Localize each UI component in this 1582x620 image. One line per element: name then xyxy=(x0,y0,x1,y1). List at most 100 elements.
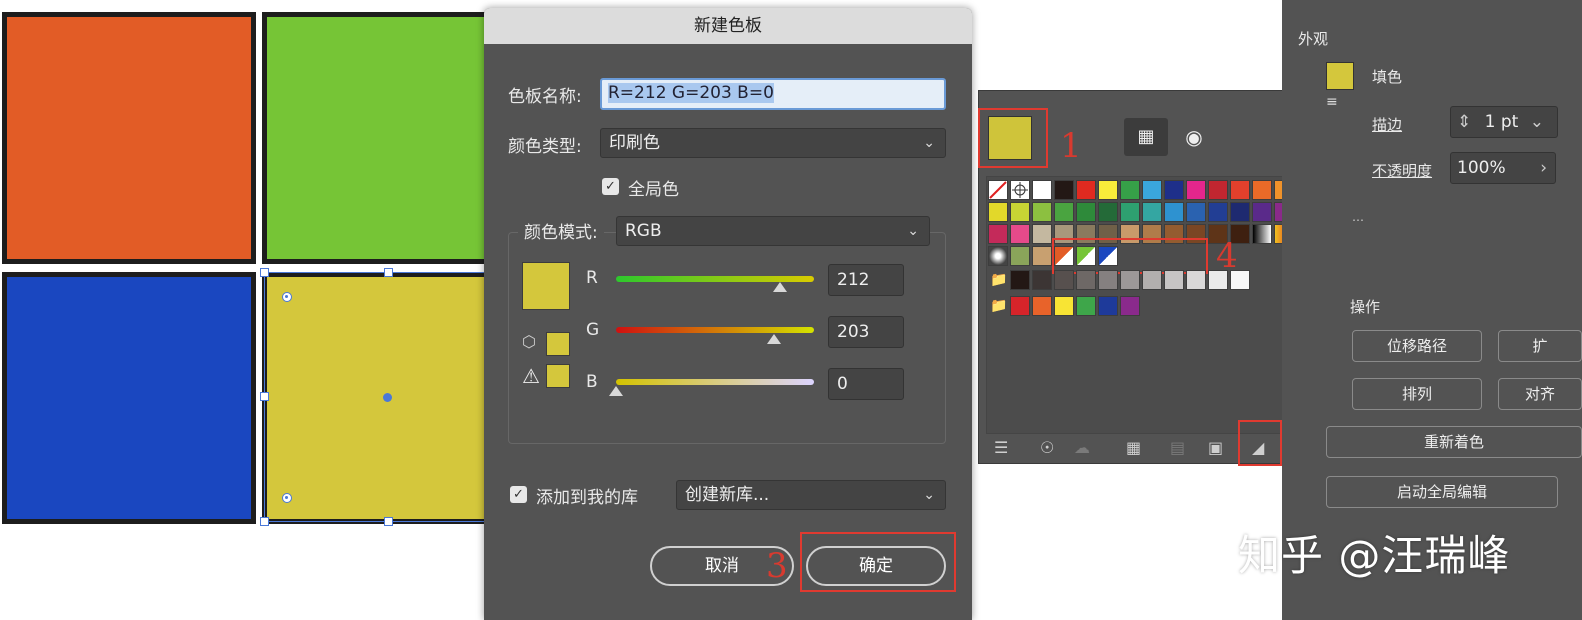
gamut-warning-icon[interactable]: ⚠ xyxy=(522,364,544,388)
swatch-orange[interactable] xyxy=(1252,180,1272,200)
swatch-green[interactable] xyxy=(1120,180,1140,200)
stroke-label[interactable]: 描边 xyxy=(1372,114,1402,135)
swatch-row2[interactable] xyxy=(1098,202,1118,222)
swatch-row3[interactable] xyxy=(1010,224,1030,244)
swatch-row2[interactable] xyxy=(1032,202,1052,222)
expand-button[interactable]: 扩 xyxy=(1498,330,1582,362)
global-color-checkbox[interactable]: ✓ xyxy=(602,178,619,195)
folder-icon[interactable]: 📁 xyxy=(990,298,1007,314)
channel-g-thumb[interactable] xyxy=(767,334,782,344)
swatch-pattern-dots[interactable] xyxy=(988,246,1008,266)
chevron-down-icon[interactable]: ⌄ xyxy=(1530,112,1544,132)
swatch-row3[interactable] xyxy=(988,224,1008,244)
start-global-edit-button[interactable]: 启动全局编辑 xyxy=(1326,476,1558,508)
swatch-bright[interactable] xyxy=(1120,296,1140,316)
swatch-bright[interactable] xyxy=(1032,296,1052,316)
swatch-gray[interactable] xyxy=(1230,270,1250,290)
swatch-bright[interactable] xyxy=(1010,296,1030,316)
corner-widget-bottom[interactable] xyxy=(282,493,292,503)
swatch-row2[interactable] xyxy=(1010,202,1030,222)
library-select[interactable]: 创建新库... ⌄ xyxy=(676,480,946,510)
swatch-gray[interactable] xyxy=(1076,270,1096,290)
blue-square[interactable] xyxy=(2,272,256,524)
recolor-button[interactable]: 重新着色 xyxy=(1326,426,1582,458)
color-type-select[interactable]: 印刷色 ⌄ xyxy=(600,128,946,158)
swatch-row2[interactable] xyxy=(1252,202,1272,222)
swatch-name-input[interactable]: R=212 G=203 B=0 xyxy=(600,78,946,110)
channel-g-value[interactable]: 203 xyxy=(828,316,904,348)
web-safe-cube-icon[interactable]: ⬡ xyxy=(522,332,540,351)
channel-b-thumb[interactable] xyxy=(609,386,623,396)
green-square[interactable] xyxy=(262,12,502,264)
swatch-none[interactable] xyxy=(988,180,1008,200)
swatch-gray[interactable] xyxy=(1098,270,1118,290)
folder-icon[interactable]: 📁 xyxy=(990,272,1007,288)
swatch-white[interactable] xyxy=(1032,180,1052,200)
channel-r-value[interactable]: 212 xyxy=(828,264,904,296)
channel-g-slider[interactable] xyxy=(616,327,814,333)
offset-path-button[interactable]: 位移路径 xyxy=(1352,330,1482,362)
channel-b-slider[interactable] xyxy=(616,379,814,385)
channel-b-value[interactable]: 0 xyxy=(828,368,904,400)
swatch-row2[interactable] xyxy=(988,202,1008,222)
swatch-gray[interactable] xyxy=(1010,270,1030,290)
place-icon[interactable]: ☉ xyxy=(1040,438,1054,457)
resize-handle-left[interactable] xyxy=(260,392,269,401)
orange-square[interactable] xyxy=(2,12,256,264)
swatch-row2[interactable] xyxy=(1076,202,1096,222)
swatch-black[interactable] xyxy=(1054,180,1074,200)
swatch-row2[interactable] xyxy=(1164,202,1184,222)
color-palette-icon[interactable]: ◉ xyxy=(1174,118,1214,156)
swatch-registration[interactable] xyxy=(1010,180,1030,200)
swatch-row2[interactable] xyxy=(1142,202,1162,222)
swatch-navy[interactable] xyxy=(1164,180,1184,200)
list-icon[interactable]: ▤ xyxy=(1170,438,1185,457)
opacity-label[interactable]: 不透明度 xyxy=(1372,160,1432,181)
swatch-gray[interactable] xyxy=(1164,270,1184,290)
menu-icon[interactable]: ≡ xyxy=(1326,94,1338,110)
grid-view-icon[interactable]: ▦ xyxy=(1124,118,1168,156)
opacity-input[interactable]: 100% › xyxy=(1450,152,1556,184)
swatch-magenta[interactable] xyxy=(1186,180,1206,200)
swatch-pattern-leaves[interactable] xyxy=(1010,246,1030,266)
swatch-row3[interactable] xyxy=(1032,224,1052,244)
swatch-row2[interactable] xyxy=(1054,202,1074,222)
resize-handle-bottom-left[interactable] xyxy=(260,517,269,526)
color-mode-select[interactable]: RGB ⌄ xyxy=(616,216,930,246)
channel-r-thumb[interactable] xyxy=(773,282,788,292)
swatch-gray[interactable] xyxy=(1186,270,1206,290)
swatch-gray[interactable] xyxy=(1142,270,1162,290)
swatch-bright[interactable] xyxy=(1076,296,1096,316)
swatch-row2[interactable] xyxy=(1186,202,1206,222)
swatch-row2[interactable] xyxy=(1120,202,1140,222)
swatch-bright[interactable] xyxy=(1054,296,1074,316)
swatch-gray[interactable] xyxy=(1032,270,1052,290)
resize-handle-top-left[interactable] xyxy=(260,268,269,277)
chevron-right-icon[interactable]: › xyxy=(1540,153,1547,183)
swatch-gray[interactable] xyxy=(1120,270,1140,290)
library-icon[interactable]: ☰ xyxy=(994,438,1008,457)
swatch-row2[interactable] xyxy=(1230,202,1250,222)
add-to-library-checkbox[interactable]: ✓ xyxy=(510,486,527,503)
swatch-pattern-floral[interactable] xyxy=(1032,246,1052,266)
cloud-icon[interactable]: ☁ xyxy=(1074,438,1090,457)
swatch-yellow[interactable] xyxy=(1098,180,1118,200)
swatch-gray[interactable] xyxy=(1054,270,1074,290)
align-button[interactable]: 对齐 xyxy=(1498,378,1582,410)
swatch-row2[interactable] xyxy=(1208,202,1228,222)
stepper-icon[interactable]: ⇕ xyxy=(1457,112,1471,132)
gamut-color-swatch[interactable] xyxy=(546,364,570,388)
swatch-red[interactable] xyxy=(1076,180,1096,200)
fill-color-swatch[interactable] xyxy=(1326,62,1354,90)
folder-icon[interactable]: ▣ xyxy=(1208,438,1223,457)
swatch-gradient-bw[interactable] xyxy=(1252,224,1272,244)
grid-icon[interactable]: ▦ xyxy=(1126,438,1141,457)
more-options-icon[interactable]: … xyxy=(1352,210,1364,224)
swatch-crimson[interactable] xyxy=(1208,180,1228,200)
corner-widget-top[interactable] xyxy=(282,292,292,302)
resize-handle-top[interactable] xyxy=(384,268,393,277)
swatch-bright[interactable] xyxy=(1098,296,1118,316)
swatch-cyan[interactable] xyxy=(1142,180,1162,200)
stroke-weight-stepper[interactable]: ⇕ 1 pt ⌄ xyxy=(1450,106,1558,138)
arrange-button[interactable]: 排列 xyxy=(1352,378,1482,410)
